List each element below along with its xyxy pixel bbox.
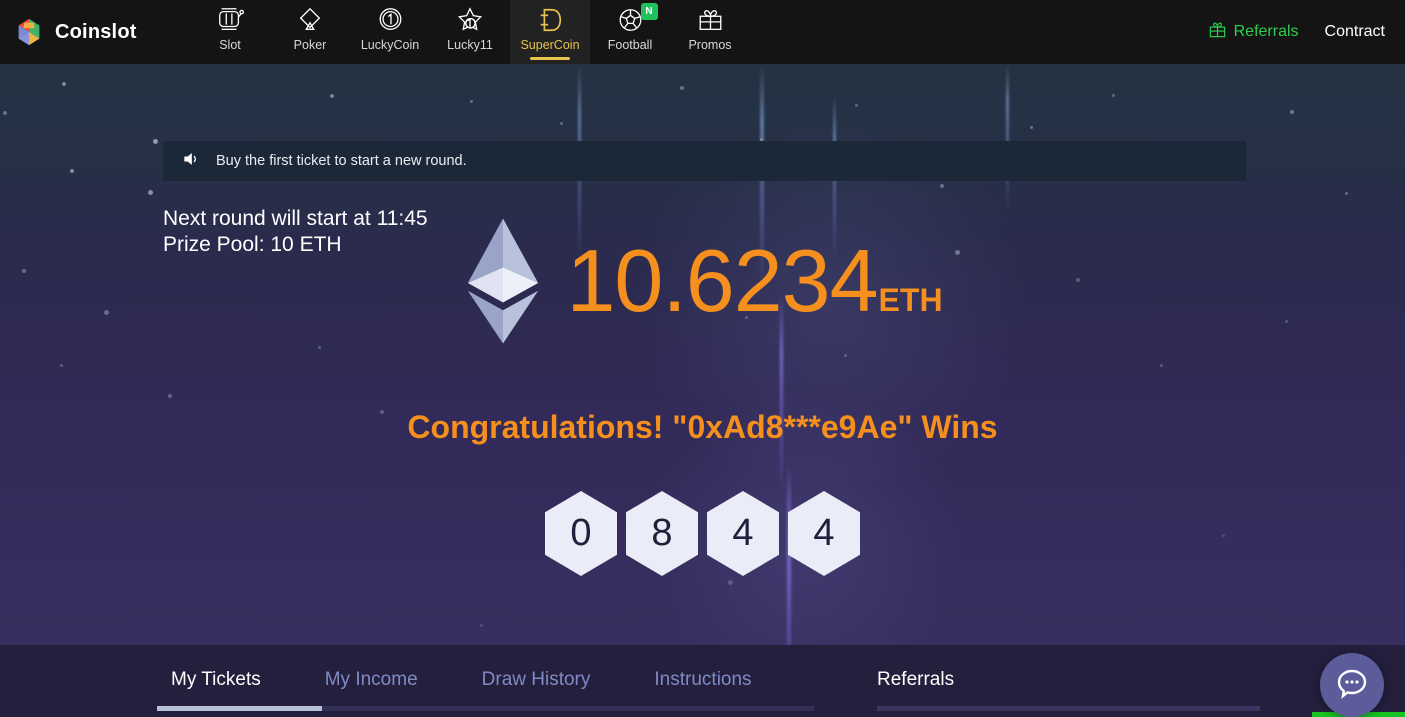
tab-draw-history[interactable]: Draw History — [468, 669, 605, 705]
nav-item-promos[interactable]: Promos — [670, 0, 750, 64]
nav-item-football[interactable]: N Football — [590, 0, 670, 64]
main-nav: Slot Poker LuckyCoin Lucky11 SuperCoin N… — [190, 0, 750, 64]
jackpot-amount-unit: ETH — [878, 282, 943, 318]
brand-logo-link[interactable]: Coinslot — [14, 17, 164, 47]
referrals-link[interactable]: Referrals — [1208, 20, 1299, 44]
announcement-text: Buy the first ticket to start a new roun… — [216, 153, 467, 169]
brand-name: Coinslot — [55, 20, 137, 43]
tab-underline-track — [157, 706, 814, 711]
star-ball-icon — [455, 5, 485, 35]
bottom-tab-bar: My Tickets My Income Draw History Instru… — [157, 645, 802, 705]
nav-item-luckycoin[interactable]: LuckyCoin — [350, 0, 430, 64]
nav-item-supercoin[interactable]: SuperCoin — [510, 0, 590, 64]
chat-support-button[interactable] — [1320, 653, 1384, 717]
draw-digit: 8 — [626, 491, 698, 576]
gift-icon — [696, 5, 725, 35]
active-tab-indicator — [530, 57, 570, 60]
referrals-section: Referrals — [877, 645, 954, 705]
draw-result-digits: 0 8 4 4 — [0, 491, 1405, 576]
draw-digit: 4 — [707, 491, 779, 576]
tab-my-income[interactable]: My Income — [311, 669, 432, 705]
gift-icon — [1208, 20, 1227, 44]
speaker-icon — [181, 149, 201, 174]
contract-link[interactable]: Contract — [1325, 23, 1385, 41]
slot-machine-icon — [214, 5, 246, 35]
draw-digit: 0 — [545, 491, 617, 576]
referrals-link-label: Referrals — [1233, 23, 1299, 40]
jackpot-amount-value: 10.6234 — [566, 231, 878, 330]
hero-section: Buy the first ticket to start a new roun… — [0, 64, 1405, 645]
referrals-section-title: Referrals — [877, 669, 955, 690]
nav-item-label: Poker — [293, 38, 327, 52]
ethereum-diamond-icon — [462, 216, 544, 346]
draw-digit: 4 — [788, 491, 860, 576]
winner-announcement: Congratulations! "0xAd8***e9Ae" Wins — [407, 409, 998, 445]
nav-item-label: Promos — [688, 38, 732, 52]
nav-item-lucky11[interactable]: Lucky11 — [430, 0, 510, 64]
nav-item-label: Football — [607, 38, 653, 52]
new-badge: N — [640, 3, 658, 20]
nav-item-slot[interactable]: Slot — [190, 0, 270, 64]
nav-item-label: LuckyCoin — [360, 38, 420, 52]
coinslot-polygon-logo-icon — [14, 17, 44, 47]
coin-one-icon — [376, 5, 405, 35]
chat-bubble-icon — [1334, 665, 1370, 706]
contract-link-label: Contract — [1324, 23, 1385, 40]
spade-icon — [295, 5, 325, 35]
jackpot-amount: 10.6234 ETH — [566, 237, 942, 325]
nav-item-poker[interactable]: Poker — [270, 0, 350, 64]
tab-instructions[interactable]: Instructions — [640, 669, 765, 705]
tab-my-tickets[interactable]: My Tickets — [157, 669, 275, 705]
nav-item-label: Slot — [219, 38, 241, 52]
nav-item-label: Lucky11 — [447, 38, 493, 52]
letter-d-icon — [536, 5, 564, 35]
nav-item-label: SuperCoin — [520, 38, 580, 52]
football-icon: N — [616, 3, 658, 35]
active-tab-underline — [157, 706, 322, 711]
announcement-banner: Buy the first ticket to start a new roun… — [163, 141, 1246, 181]
referrals-underline — [877, 706, 1260, 711]
jackpot-amount-row: 10.6234 ETH — [0, 216, 1405, 346]
header-right-links: Referrals Contract — [1208, 20, 1385, 44]
top-navigation-bar: Coinslot Slot Poker LuckyCoin Lucky11 Su… — [0, 0, 1405, 64]
